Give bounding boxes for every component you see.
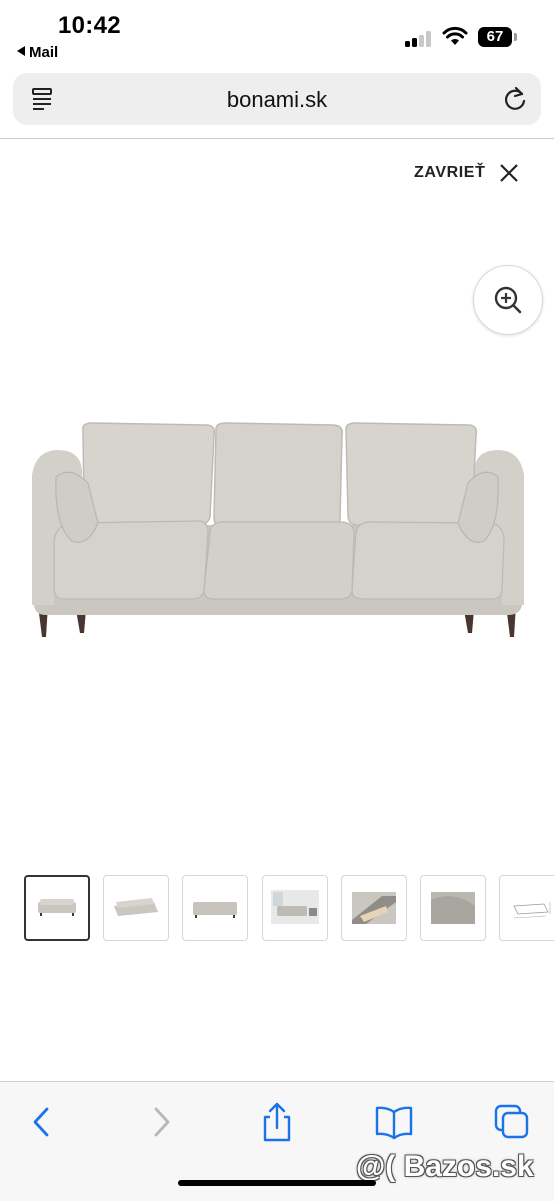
cellular-signal-icon (405, 31, 433, 47)
thumb-cushion-detail[interactable] (420, 875, 486, 941)
zoom-in-icon (494, 286, 522, 314)
thumb-sofa-back[interactable] (182, 875, 248, 941)
url-text[interactable]: bonami.sk (13, 87, 541, 113)
close-icon[interactable] (498, 162, 520, 184)
back-app-label: Mail (29, 44, 59, 61)
thumb-room-scene[interactable] (262, 875, 328, 941)
battery-cap (514, 33, 517, 41)
thumb-fabric-detail[interactable] (341, 875, 407, 941)
back-icon[interactable] (20, 1100, 64, 1144)
product-image-sofa (32, 422, 524, 637)
thumb-sofa-angle[interactable] (103, 875, 169, 941)
thumb-dimensions[interactable] (499, 875, 554, 941)
back-to-app-link[interactable]: Mail (17, 44, 58, 61)
home-indicator[interactable] (178, 1180, 376, 1186)
address-bar-divider (0, 138, 554, 139)
status-time: 10:42 (58, 12, 121, 39)
wifi-icon (442, 26, 468, 45)
tabs-icon[interactable] (490, 1100, 534, 1144)
bookmarks-icon[interactable] (372, 1100, 416, 1144)
back-triangle-icon (17, 46, 25, 56)
thumb-sofa-front[interactable] (24, 875, 90, 941)
forward-icon[interactable] (139, 1100, 183, 1144)
zoom-button[interactable] (473, 265, 543, 335)
share-icon[interactable] (255, 1100, 299, 1144)
watermark: @( Bazos.sk (356, 1150, 534, 1183)
reload-icon[interactable] (502, 85, 528, 113)
thumbnail-strip (0, 875, 554, 945)
status-bar: 10:42 Mail 67 (0, 0, 554, 64)
close-label: ZAVRIEŤ (414, 164, 486, 181)
battery-indicator: 67 (478, 27, 512, 47)
address-bar[interactable]: bonami.sk (13, 73, 541, 125)
